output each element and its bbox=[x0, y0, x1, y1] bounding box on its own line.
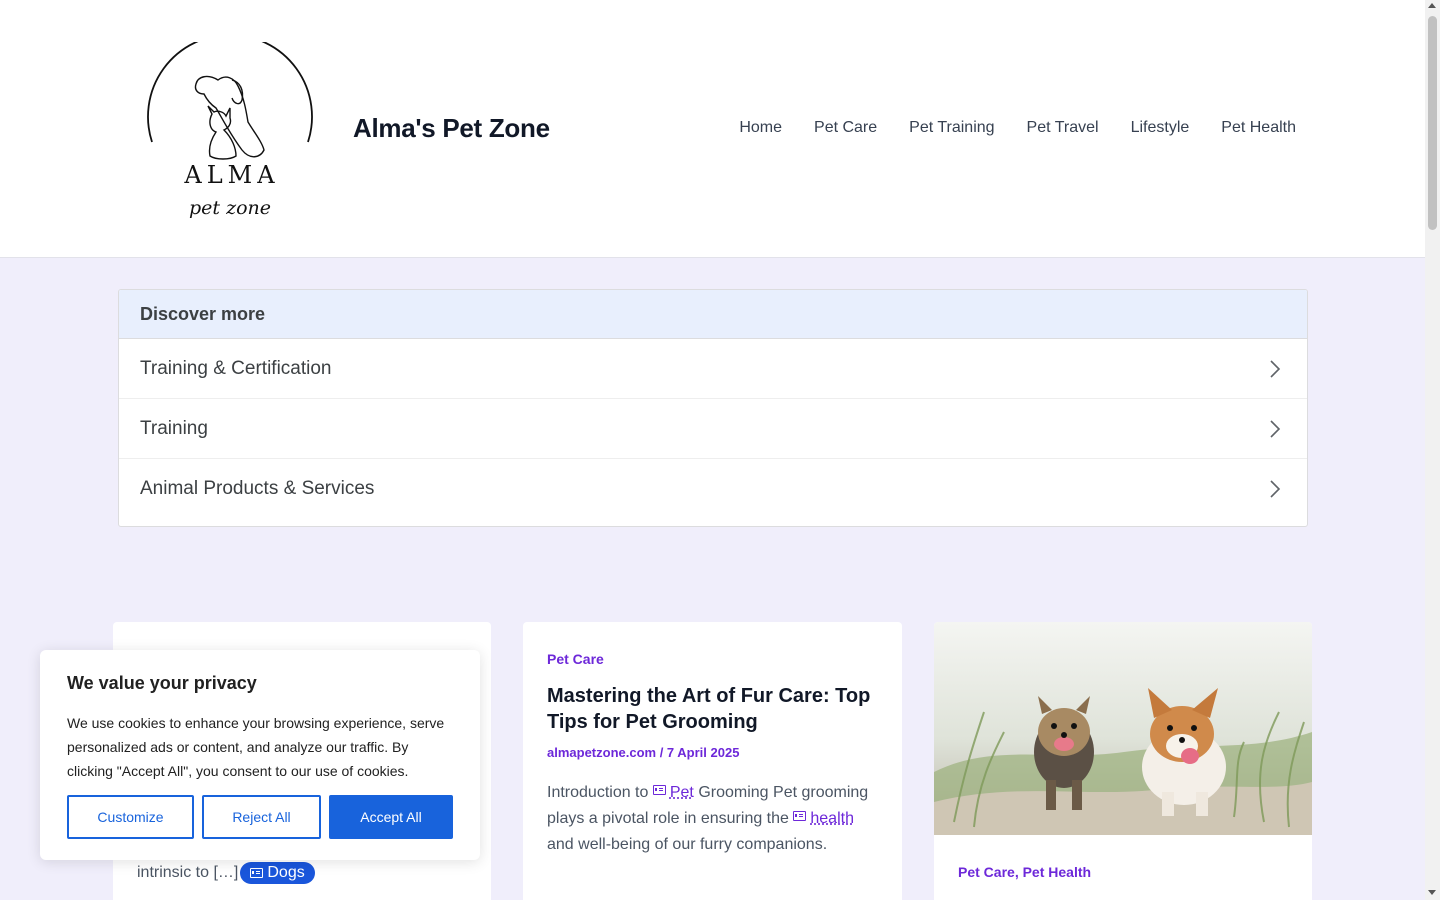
nav-pet-health[interactable]: Pet Health bbox=[1221, 119, 1296, 137]
discover-item-training-certification[interactable]: Training & Certification bbox=[119, 339, 1307, 399]
nav-pet-training[interactable]: Pet Training bbox=[909, 119, 994, 137]
excerpt-text: and well-being of our furry companions. bbox=[547, 836, 827, 853]
post-excerpt: intrinsic to […] Dogs bbox=[137, 862, 315, 884]
cookie-button-group: Customize Reject All Accept All bbox=[67, 795, 453, 839]
post-card-middle: Pet Care Mastering the Art of Fur Care: … bbox=[523, 622, 902, 900]
discover-item-label: Training & Certification bbox=[140, 358, 331, 380]
tag-dogs-chip[interactable]: Dogs bbox=[240, 862, 314, 884]
article-icon bbox=[653, 785, 666, 795]
category-separator: , bbox=[1015, 864, 1019, 880]
nav-pet-care[interactable]: Pet Care bbox=[814, 119, 877, 137]
scroll-up-arrow-icon[interactable] bbox=[1428, 3, 1436, 8]
cookie-consent-banner: We value your privacy We use cookies to … bbox=[40, 650, 480, 860]
cookie-banner-text: We use cookies to enhance your browsing … bbox=[67, 711, 453, 783]
customize-button[interactable]: Customize bbox=[67, 795, 194, 839]
article-icon bbox=[250, 868, 263, 878]
discover-item-label: Training bbox=[140, 418, 208, 440]
post-card-right: Pet Care, Pet Health bbox=[934, 622, 1312, 900]
excerpt-text: Introduction to bbox=[547, 784, 648, 801]
post-category[interactable]: Pet Care bbox=[547, 651, 878, 667]
cookie-banner-title: We value your privacy bbox=[67, 673, 453, 694]
logo-tagline-text: pet zone bbox=[189, 197, 271, 219]
reject-all-button[interactable]: Reject All bbox=[202, 795, 321, 839]
post-excerpt-text: intrinsic to […] bbox=[137, 864, 238, 882]
category-link-pet-care[interactable]: Pet Care bbox=[958, 864, 1015, 880]
article-icon bbox=[793, 811, 806, 821]
chevron-right-icon bbox=[1264, 478, 1286, 500]
post-excerpt: Introduction to Pet Grooming Pet groomin… bbox=[547, 780, 878, 858]
nav-lifestyle[interactable]: Lifestyle bbox=[1131, 119, 1190, 137]
discover-more-panel: Discover more Training & Certification T… bbox=[118, 289, 1308, 527]
site-header: ALMA pet zone Alma's Pet Zone Home Pet C… bbox=[0, 0, 1425, 258]
accept-all-button[interactable]: Accept All bbox=[329, 795, 453, 839]
chevron-right-icon bbox=[1264, 358, 1286, 380]
site-logo[interactable]: ALMA pet zone bbox=[146, 42, 314, 232]
scroll-down-arrow-icon[interactable] bbox=[1428, 890, 1436, 895]
site-title[interactable]: Alma's Pet Zone bbox=[353, 113, 550, 144]
nav-pet-travel[interactable]: Pet Travel bbox=[1027, 119, 1099, 137]
nav-home[interactable]: Home bbox=[739, 119, 782, 137]
post-meta[interactable]: almapetzone.com / 7 April 2025 bbox=[547, 745, 878, 760]
post-categories: Pet Care, Pet Health bbox=[958, 864, 1091, 880]
chevron-right-icon bbox=[1264, 418, 1286, 440]
scrollbar-thumb[interactable] bbox=[1428, 16, 1437, 230]
tag-label: Dogs bbox=[267, 864, 304, 882]
discover-more-heading: Discover more bbox=[119, 290, 1307, 339]
post-title[interactable]: Mastering the Art of Fur Care: Top Tips … bbox=[547, 683, 878, 735]
discover-item-animal-products[interactable]: Animal Products & Services bbox=[119, 459, 1307, 519]
discover-item-label: Animal Products & Services bbox=[140, 478, 374, 500]
page-scrollbar[interactable] bbox=[1425, 0, 1440, 900]
post-thumbnail-dogs-image[interactable] bbox=[934, 622, 1312, 835]
main-nav: Home Pet Care Pet Training Pet Travel Li… bbox=[739, 119, 1296, 137]
category-link-pet-health[interactable]: Pet Health bbox=[1023, 864, 1091, 880]
keyword-link-health[interactable]: health bbox=[810, 810, 854, 827]
logo-brand-text: ALMA bbox=[183, 161, 279, 189]
discover-item-training[interactable]: Training bbox=[119, 399, 1307, 459]
keyword-link-pet[interactable]: Pet bbox=[670, 784, 694, 801]
